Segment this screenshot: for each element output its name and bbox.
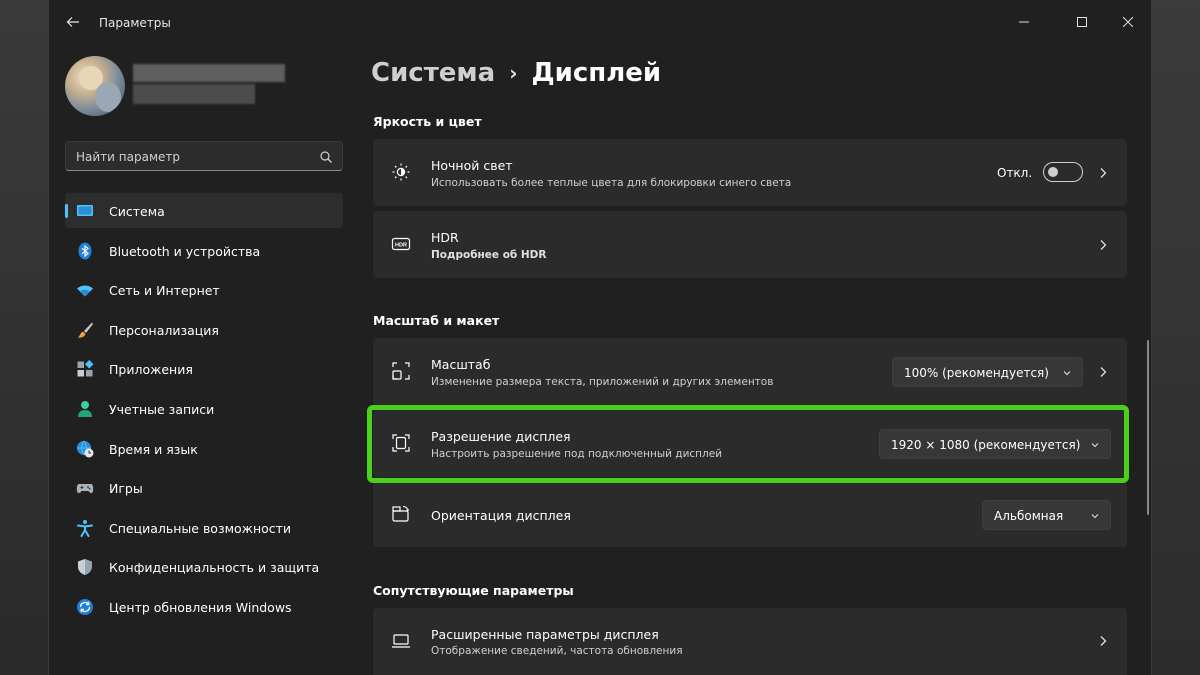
sidebar-item-label: Система bbox=[109, 204, 165, 219]
sidebar-item-label: Центр обновления Windows bbox=[109, 599, 292, 615]
scale-subtitle: Изменение размера текста, приложений и д… bbox=[431, 376, 774, 388]
sidebar-item-accessibility[interactable]: Специальные возможности bbox=[65, 510, 343, 545]
breadcrumb-separator: › bbox=[509, 61, 518, 85]
brush-icon bbox=[78, 322, 93, 338]
night-light-subtitle: Использовать более теплые цвета для блок… bbox=[431, 177, 792, 189]
sidebar-item-label: Специальные возможности bbox=[109, 520, 292, 536]
night-light-card[interactable]: Ночной свет Использовать более теплые цв… bbox=[373, 139, 1127, 206]
sidebar-item-apps[interactable]: Приложения bbox=[65, 351, 343, 386]
chevron-down-icon bbox=[1091, 514, 1099, 519]
sidebar-nav: Система Bluetooth и устройства Сеть и Ин… bbox=[65, 193, 343, 629]
maximize-button[interactable] bbox=[1059, 6, 1105, 38]
maximize-icon bbox=[1077, 17, 1087, 27]
user-name-blurred bbox=[133, 64, 285, 82]
bluetooth-icon bbox=[78, 242, 92, 260]
sidebar-item-privacy[interactable]: Конфиденциальность и защита bbox=[65, 549, 343, 584]
advanced-display-subtitle: Отображение сведений, частота обновления bbox=[431, 645, 683, 657]
breadcrumb: Система › Дисплей bbox=[371, 58, 661, 88]
section-title-related: Сопутствующие параметры bbox=[373, 583, 574, 598]
sidebar-item-label: Конфиденциальность и защита bbox=[109, 560, 320, 576]
scale-dropdown[interactable]: 100% (рекомендуется) bbox=[892, 357, 1083, 387]
sidebar-item-label: Учетные записи bbox=[109, 401, 215, 417]
orientation-dropdown[interactable]: Альбомная bbox=[982, 500, 1111, 530]
user-email-blurred bbox=[133, 84, 255, 104]
scale-card[interactable]: Масштаб Изменение размера текста, прилож… bbox=[373, 338, 1127, 405]
section-title-brightness: Яркость и цвет bbox=[373, 114, 482, 129]
gamepad-icon bbox=[76, 484, 94, 494]
sidebar-item-label: Персонализация bbox=[109, 322, 219, 338]
chevron-right-icon bbox=[1100, 636, 1107, 646]
sidebar-item-system[interactable]: Система bbox=[65, 193, 343, 228]
sidebar-item-windows-update[interactable]: Центр обновления Windows bbox=[65, 589, 343, 624]
chevron-right-icon bbox=[1100, 367, 1107, 377]
desktop-background-right bbox=[1152, 0, 1200, 675]
sidebar-item-label: Игры bbox=[109, 481, 143, 497]
scale-icon bbox=[392, 362, 410, 380]
wifi-icon bbox=[77, 285, 93, 297]
back-button[interactable] bbox=[63, 12, 83, 32]
hdr-learn-more-link[interactable]: Подробнее об HDR bbox=[431, 249, 547, 261]
search-placeholder: Найти параметр bbox=[76, 150, 180, 164]
monitor-icon bbox=[77, 205, 93, 216]
apps-icon bbox=[77, 360, 94, 377]
sidebar-item-personalization[interactable]: Персонализация bbox=[65, 312, 343, 347]
resolution-highlight-frame bbox=[367, 405, 1129, 483]
chevron-right-icon bbox=[1100, 168, 1107, 178]
sidebar-item-time-language[interactable]: Время и язык bbox=[65, 431, 343, 466]
scale-dropdown-value: 100% (рекомендуется) bbox=[904, 366, 1049, 380]
sidebar-item-label: Сеть и Интернет bbox=[109, 283, 220, 299]
advanced-display-title: Расширенные параметры дисплея bbox=[431, 627, 659, 642]
sidebar-item-network[interactable]: Сеть и Интернет bbox=[65, 272, 343, 307]
chevron-down-icon bbox=[1063, 371, 1071, 376]
back-arrow-icon bbox=[66, 17, 79, 27]
section-title-scale: Масштаб и макет bbox=[373, 313, 500, 328]
globe-clock-icon bbox=[77, 440, 94, 458]
night-light-toggle[interactable] bbox=[1043, 162, 1083, 182]
orientation-title: Ориентация дисплея bbox=[431, 508, 571, 523]
close-button[interactable] bbox=[1105, 6, 1151, 38]
scrollbar[interactable] bbox=[1147, 340, 1149, 515]
sidebar-item-label: Bluetooth и устройства bbox=[109, 243, 261, 259]
sidebar-item-label: Время и язык bbox=[109, 441, 198, 457]
sidebar-item-accounts[interactable]: Учетные записи bbox=[65, 391, 343, 426]
title-bar: Параметры bbox=[49, 0, 1151, 44]
scale-title: Масштаб bbox=[431, 357, 491, 372]
search-icon bbox=[320, 151, 332, 163]
night-light-icon bbox=[392, 163, 410, 181]
advanced-display-card[interactable]: Расширенные параметры дисплея Отображени… bbox=[373, 608, 1127, 675]
night-light-title: Ночной свет bbox=[431, 158, 513, 173]
desktop-background-left bbox=[0, 0, 48, 675]
settings-window: Параметры Найти параметр Система Bluetoo… bbox=[48, 0, 1152, 675]
sidebar-item-label: Приложения bbox=[109, 362, 193, 378]
avatar bbox=[65, 56, 125, 116]
sidebar-item-bluetooth[interactable]: Bluetooth и устройства bbox=[65, 233, 343, 268]
orientation-card[interactable]: Ориентация дисплея Альбомная bbox=[373, 482, 1127, 547]
toggle-knob bbox=[1048, 167, 1058, 177]
laptop-icon bbox=[392, 634, 410, 648]
orientation-dropdown-value: Альбомная bbox=[994, 509, 1064, 523]
sidebar-item-gaming[interactable]: Игры bbox=[65, 470, 343, 505]
minimize-button[interactable] bbox=[1001, 6, 1047, 38]
close-icon bbox=[1123, 17, 1133, 27]
minimize-icon bbox=[1019, 21, 1029, 23]
page-title: Дисплей bbox=[531, 58, 662, 88]
update-icon bbox=[77, 598, 93, 615]
shield-icon bbox=[78, 559, 92, 576]
svg-text:HDR: HDR bbox=[395, 243, 407, 249]
person-icon bbox=[78, 400, 92, 417]
hdr-icon: HDR bbox=[391, 237, 411, 251]
app-title: Параметры bbox=[99, 16, 171, 30]
hdr-title: HDR bbox=[431, 230, 459, 245]
orientation-icon bbox=[392, 505, 409, 522]
breadcrumb-parent[interactable]: Система bbox=[371, 58, 495, 88]
hdr-card[interactable]: HDR HDR Подробнее об HDR bbox=[373, 211, 1127, 278]
chevron-right-icon bbox=[1100, 240, 1107, 250]
search-input[interactable]: Найти параметр bbox=[65, 141, 343, 171]
night-light-toggle-label: Откл. bbox=[997, 166, 1033, 180]
accessibility-icon bbox=[77, 519, 93, 537]
